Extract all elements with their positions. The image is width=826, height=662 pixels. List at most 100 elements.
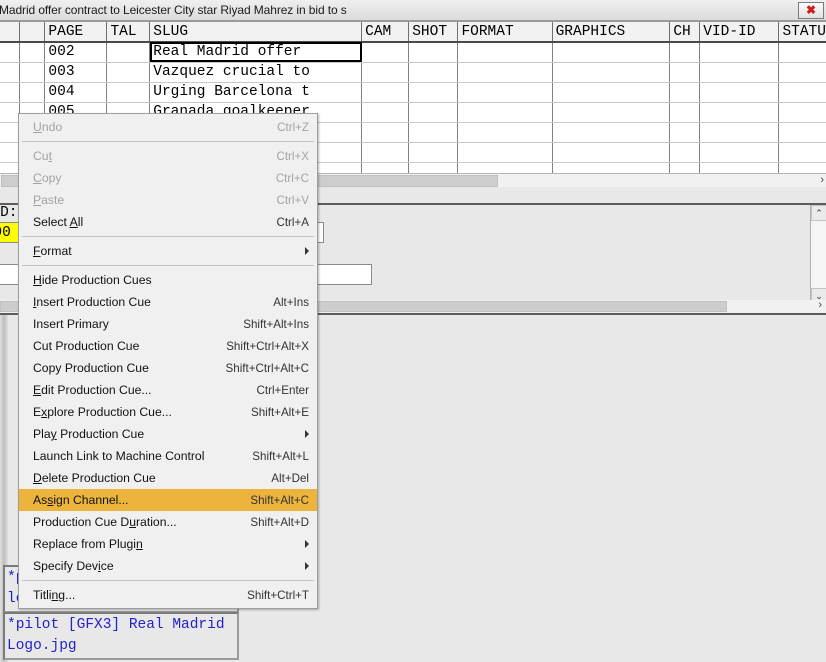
cell-cam[interactable] xyxy=(361,142,410,163)
cell-shot[interactable] xyxy=(408,122,459,143)
cell-slug[interactable]: Real Madrid offer xyxy=(149,42,363,63)
cell-ch[interactable] xyxy=(669,142,701,163)
menu-item-format[interactable]: Format xyxy=(19,240,317,262)
cell-format[interactable] xyxy=(457,82,553,103)
cell-ch[interactable] xyxy=(669,62,701,83)
row-gutter-1[interactable] xyxy=(0,62,20,83)
row-gutter-1[interactable] xyxy=(0,142,20,163)
header-cam[interactable]: CAM xyxy=(361,22,410,43)
cell-vid-id[interactable] xyxy=(699,142,780,163)
cell-vid-id[interactable] xyxy=(699,62,780,83)
production-cue-context-menu[interactable]: Undo Ctrl+Z Cut Ctrl+X Copy Ctrl+C Paste Ctrl+V… xyxy=(18,113,318,609)
cell-cam[interactable] xyxy=(361,42,410,63)
row-gutter-1[interactable] xyxy=(0,122,20,143)
row-gutter-1[interactable] xyxy=(0,42,20,63)
header-format[interactable]: FORMAT xyxy=(457,22,553,43)
header-ch[interactable]: CH xyxy=(669,22,701,43)
close-window-button[interactable]: ✖ xyxy=(798,1,824,19)
menu-item-cut[interactable]: Cut Ctrl+X xyxy=(19,145,317,167)
menu-item-insert-production-cue[interactable]: Insert Production Cue Alt+Ins xyxy=(19,291,317,313)
cell-slug[interactable]: Urging Barcelona t xyxy=(149,82,363,103)
menu-item-specify-device[interactable]: Specify Device xyxy=(19,555,317,577)
cell-graphics[interactable] xyxy=(552,102,671,123)
menu-item-replace-from-plugin[interactable]: Replace from Plugin xyxy=(19,533,317,555)
cell-status[interactable] xyxy=(778,102,826,123)
cell-graphics[interactable] xyxy=(552,82,671,103)
cell-shot[interactable] xyxy=(408,142,459,163)
cell-page[interactable]: 004 xyxy=(44,82,108,103)
cell-cam[interactable] xyxy=(361,62,410,83)
menu-item-launch-link-to-machine-control[interactable]: Launch Link to Machine Control Shift+Alt+… xyxy=(19,445,317,467)
cell-ch[interactable] xyxy=(669,122,701,143)
menu-item-assign-channel[interactable]: Assign Channel... Shift+Alt+C xyxy=(19,489,317,511)
menu-item-insert-primary[interactable]: Insert Primary Shift+Alt+Ins xyxy=(19,313,317,335)
cell-format[interactable] xyxy=(457,142,553,163)
cell-status[interactable] xyxy=(778,82,826,103)
detail-form-scroll-track[interactable] xyxy=(811,221,826,288)
rundown-scroll-right-arrow[interactable]: › xyxy=(820,174,824,186)
menu-item-select-all[interactable]: Select All Ctrl+A xyxy=(19,211,317,233)
menu-item-play-production-cue[interactable]: Play Production Cue xyxy=(19,423,317,445)
row-gutter-2[interactable] xyxy=(19,62,46,83)
row-gutter-1[interactable] xyxy=(0,102,20,123)
cell-status[interactable] xyxy=(778,142,826,163)
cell-page[interactable]: 002 xyxy=(44,42,108,63)
cell-shot[interactable] xyxy=(408,82,459,103)
cell-page[interactable]: 003 xyxy=(44,62,108,83)
cell-cam[interactable] xyxy=(361,122,410,143)
menu-item-delete-production-cue[interactable]: Delete Production Cue Alt+Del xyxy=(19,467,317,489)
cell-format[interactable] xyxy=(457,42,553,63)
menu-item-cut-production-cue[interactable]: Cut Production Cue Shift+Ctrl+Alt+X xyxy=(19,335,317,357)
menu-item-copy-production-cue[interactable]: Copy Production Cue Shift+Ctrl+Alt+C xyxy=(19,357,317,379)
cell-ch[interactable] xyxy=(669,82,701,103)
menu-item-copy[interactable]: Copy Ctrl+C xyxy=(19,167,317,189)
cell-shot[interactable] xyxy=(408,42,459,63)
cell-format[interactable] xyxy=(457,102,553,123)
header-page[interactable]: PAGE xyxy=(44,22,108,43)
header-shot[interactable]: SHOT xyxy=(408,22,459,43)
menu-item-edit-production-cue[interactable]: Edit Production Cue... Ctrl+Enter xyxy=(19,379,317,401)
cell-graphics[interactable] xyxy=(552,122,671,143)
cell-graphics[interactable] xyxy=(552,42,671,63)
cell-vid-id[interactable] xyxy=(699,42,780,63)
menu-item-explore-production-cue[interactable]: Explore Production Cue... Shift+Alt+E xyxy=(19,401,317,423)
table-row[interactable]: 003Vazquez crucial to0:000:000:00 xyxy=(0,62,826,83)
menu-item-hide-production-cues[interactable]: Hide Production Cues xyxy=(19,269,317,291)
cell-ch[interactable] xyxy=(669,42,701,63)
production-cue-box[interactable]: *pilot [GFX3] Real Madrid Logo.jpg xyxy=(3,612,239,660)
row-gutter-2[interactable] xyxy=(19,42,46,63)
cell-tal[interactable] xyxy=(106,42,151,63)
cell-vid-id[interactable] xyxy=(699,82,780,103)
table-row[interactable]: 004Urging Barcelona t0:000:560:56 xyxy=(0,82,826,103)
detail-form-vertical-scrollbar[interactable]: ⌃ ⌄ xyxy=(810,205,826,304)
cell-format[interactable] xyxy=(457,62,553,83)
row-gutter-1[interactable] xyxy=(0,82,20,103)
menu-item-undo[interactable]: Undo Ctrl+Z xyxy=(19,116,317,138)
cell-status[interactable] xyxy=(778,122,826,143)
cell-cam[interactable] xyxy=(361,82,410,103)
header-slug[interactable]: SLUG xyxy=(149,22,363,43)
cell-ch[interactable] xyxy=(669,102,701,123)
table-row[interactable]: 002Real Madrid offer0:000:000:00 xyxy=(0,42,826,63)
header-graphics[interactable]: GRAPHICS xyxy=(552,22,671,43)
cell-status[interactable] xyxy=(778,62,826,83)
cell-shot[interactable] xyxy=(408,62,459,83)
cell-graphics[interactable] xyxy=(552,62,671,83)
cell-tal[interactable] xyxy=(106,82,151,103)
cell-format[interactable] xyxy=(457,122,553,143)
cell-slug[interactable]: Vazquez crucial to xyxy=(149,62,363,83)
header-status[interactable]: STATU xyxy=(778,22,826,43)
cell-cam[interactable] xyxy=(361,102,410,123)
menu-item-titling[interactable]: Titling... Shift+Ctrl+T xyxy=(19,584,317,606)
cell-shot[interactable] xyxy=(408,102,459,123)
menu-item-production-cue-duration[interactable]: Production Cue Duration... Shift+Alt+D xyxy=(19,511,317,533)
cell-graphics[interactable] xyxy=(552,142,671,163)
cell-status[interactable] xyxy=(778,42,826,63)
cell-vid-id[interactable] xyxy=(699,102,780,123)
menu-item-paste[interactable]: Paste Ctrl+V xyxy=(19,189,317,211)
cell-tal[interactable] xyxy=(106,62,151,83)
cell-vid-id[interactable] xyxy=(699,122,780,143)
header-vid-id[interactable]: VID-ID xyxy=(699,22,780,43)
scroll-up-icon[interactable]: ⌃ xyxy=(811,205,826,221)
detail-form-scroll-right-arrow[interactable]: › xyxy=(818,299,822,311)
